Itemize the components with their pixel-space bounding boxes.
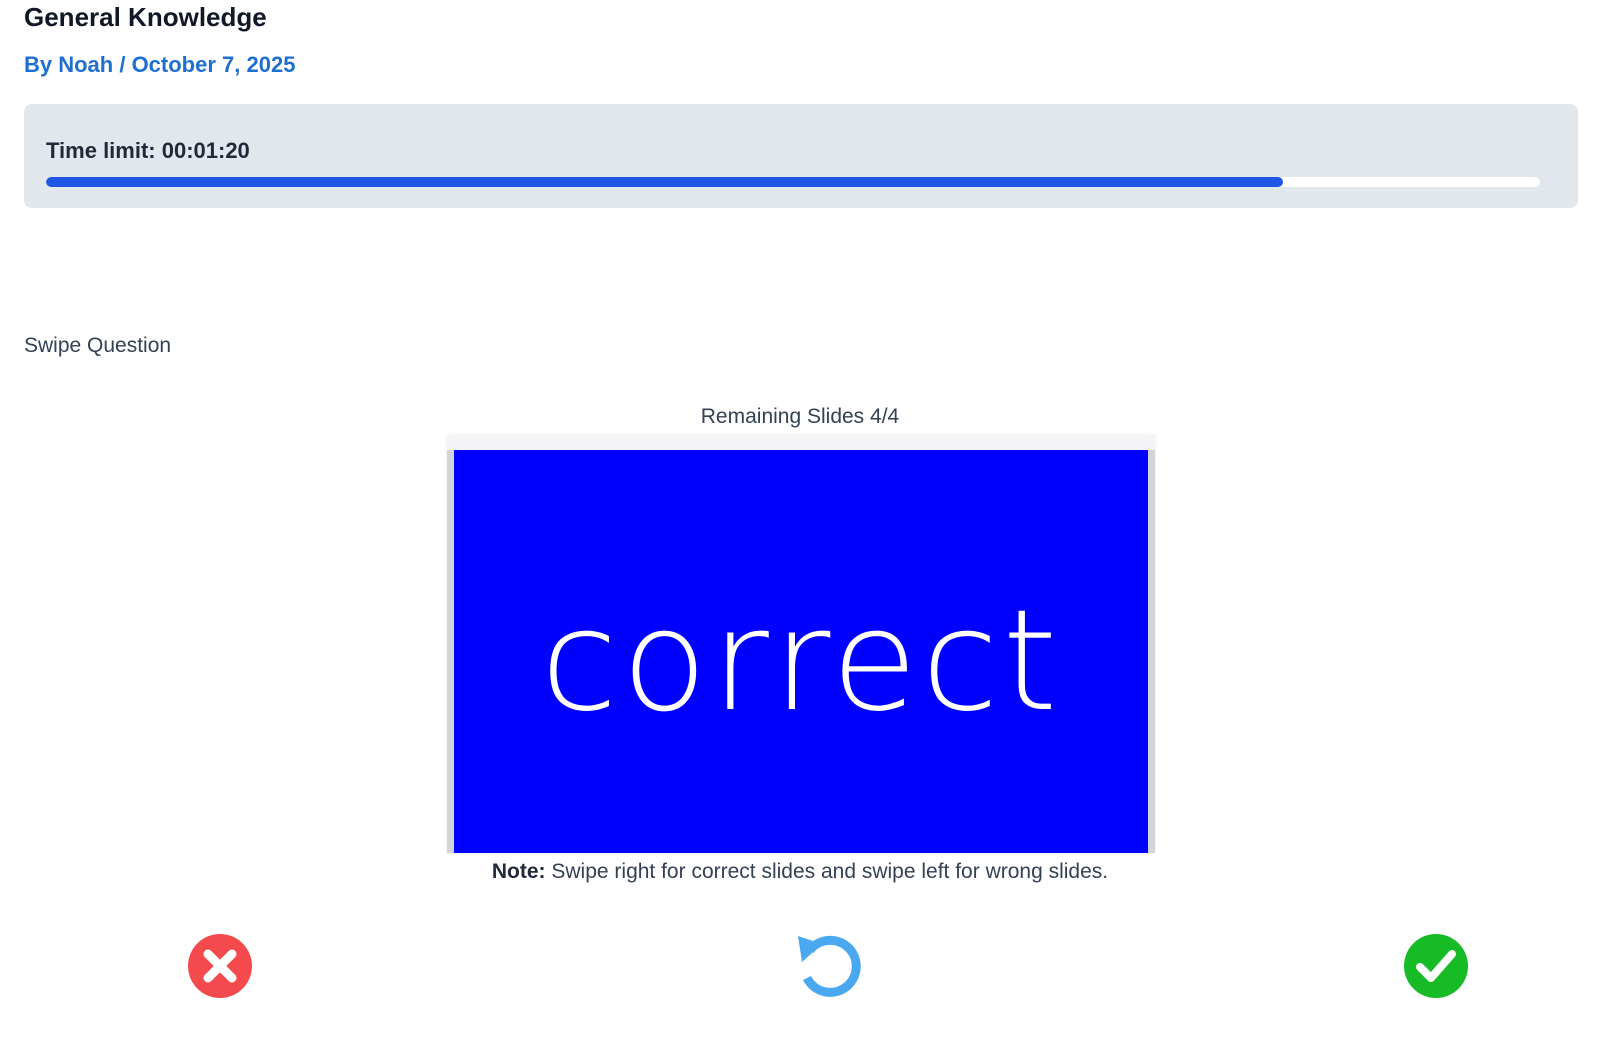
wrong-button[interactable] [186, 932, 254, 1000]
right-button[interactable] [1402, 932, 1470, 1000]
quiz-page: General Knowledge By Noah / October 7, 2… [0, 0, 1600, 1047]
undo-icon [798, 935, 861, 997]
timer-label: Time limit: 00:01:20 [46, 138, 250, 163]
note-label: Note: [491, 860, 546, 883]
reset-button[interactable] [792, 928, 866, 1002]
remaining-slides-counter: Remaining Slides 4/4 [700, 405, 900, 428]
byline-text[interactable]: By Noah / October 7, 2025 [24, 52, 295, 77]
swipe-card-image[interactable]: correct [454, 450, 1148, 853]
post-byline: By Noah / October 7, 2025 [24, 52, 295, 78]
check-circle-icon [1404, 934, 1468, 998]
swipe-note: Note: Swipe right for correct slides and… [0, 860, 1600, 884]
timer-progress-track [46, 177, 1540, 187]
swipe-card[interactable]: correct [447, 450, 1155, 853]
x-circle-icon [188, 934, 252, 998]
card-word: correct [540, 579, 1062, 743]
note-text: Swipe right for correct slides and swipe… [545, 860, 1109, 883]
page-title: General Knowledge [24, 2, 267, 32]
question-type-label: Swipe Question [24, 334, 172, 357]
timer-progress-fill [46, 177, 1284, 187]
timer-panel: Time limit: 00:01:20 [24, 104, 1578, 208]
